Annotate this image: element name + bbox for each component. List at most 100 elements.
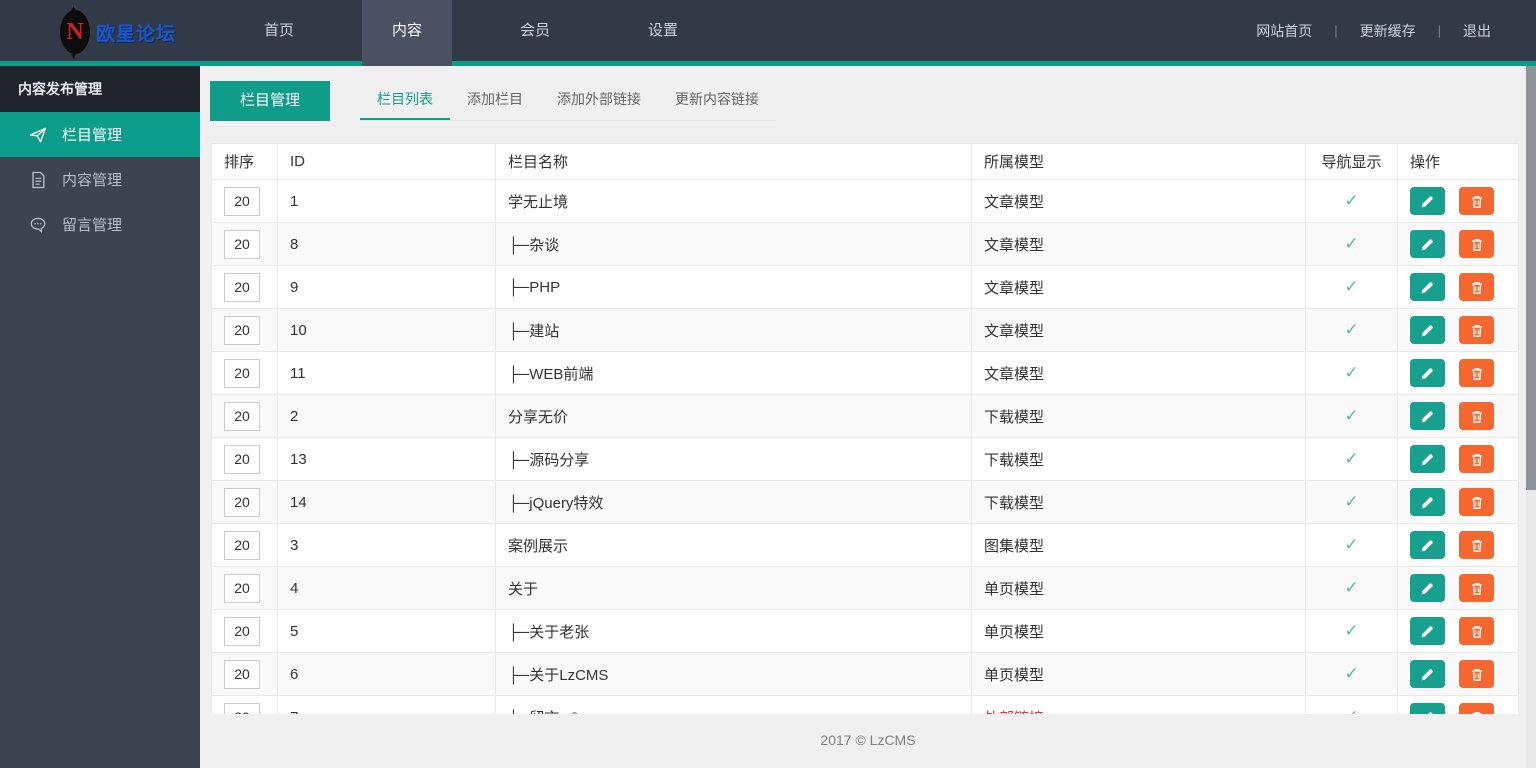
main-content: 栏目管理 栏目列表 添加栏目 添加外部链接 更新内容链接 排序 ID 栏目名称 … (200, 66, 1536, 768)
sort-order-input[interactable] (224, 659, 260, 689)
sort-cell (212, 352, 278, 394)
sidebar-item-label: 内容管理 (62, 172, 123, 189)
delete-button[interactable] (1459, 531, 1494, 559)
model-cell: 文章模型 (972, 352, 1306, 394)
delete-button[interactable] (1459, 660, 1494, 688)
table-row: 13 ├─源码分享 下载模型 ✓ (212, 438, 1518, 481)
trash-icon (1471, 410, 1482, 423)
category-manage-button[interactable]: 栏目管理 (210, 81, 330, 121)
logout-link[interactable]: 退出 (1463, 21, 1491, 41)
trash-icon (1471, 582, 1482, 595)
trash-icon (1471, 195, 1482, 208)
edit-button[interactable] (1410, 359, 1445, 387)
model-cell: 文章模型 (972, 223, 1306, 265)
sort-cell (212, 395, 278, 437)
delete-button[interactable] (1459, 574, 1494, 602)
name-cell: 案例展示 (496, 524, 972, 566)
check-icon: ✓ (1344, 191, 1359, 210)
sort-cell (212, 610, 278, 652)
sort-order-input[interactable] (224, 444, 260, 474)
table-row: 3 案例展示 图集模型 ✓ (212, 524, 1518, 567)
actions-cell (1398, 524, 1518, 566)
tab-add-category[interactable]: 添加栏目 (450, 80, 540, 120)
nav-display-cell: ✓ (1306, 481, 1398, 523)
scrollbar-thumb[interactable] (1526, 66, 1536, 490)
trash-icon (1471, 539, 1482, 552)
check-icon: ✓ (1344, 535, 1359, 554)
name-cell: ├─关于老张 (496, 610, 972, 652)
check-icon: ✓ (1344, 492, 1359, 511)
actions-cell (1398, 567, 1518, 609)
scrollbar[interactable] (1526, 66, 1536, 768)
pencil-icon (1421, 281, 1434, 293)
sidebar-item-message-manage[interactable]: 留言管理 (0, 202, 200, 247)
pencil-icon (1421, 496, 1434, 508)
top-menu-members[interactable]: 会员 (490, 0, 580, 61)
actions-cell (1398, 395, 1518, 437)
table-row: 9 ├─PHP 文章模型 ✓ (212, 266, 1518, 309)
trash-icon (1471, 625, 1482, 638)
sort-order-input[interactable] (224, 401, 260, 431)
sort-order-input[interactable] (224, 315, 260, 345)
link-divider: | (1437, 23, 1441, 38)
name-cell: ├─杂谈 (496, 223, 972, 265)
site-home-link[interactable]: 网站首页 (1256, 21, 1312, 41)
edit-button[interactable] (1410, 660, 1445, 688)
id-cell: 5 (278, 610, 496, 652)
delete-button[interactable] (1459, 488, 1494, 516)
edit-button[interactable] (1410, 187, 1445, 215)
delete-button[interactable] (1459, 187, 1494, 215)
edit-button[interactable] (1410, 316, 1445, 344)
check-icon: ✓ (1344, 621, 1359, 640)
delete-button[interactable] (1459, 617, 1494, 645)
delete-button[interactable] (1459, 230, 1494, 258)
table-row: 1 学无止境 文章模型 ✓ (212, 180, 1518, 223)
delete-button[interactable] (1459, 359, 1494, 387)
sort-order-input[interactable] (224, 616, 260, 646)
delete-button[interactable] (1459, 273, 1494, 301)
actions-cell (1398, 309, 1518, 351)
sidebar-item-label: 留言管理 (62, 217, 123, 234)
check-icon: ✓ (1344, 234, 1359, 253)
refresh-cache-link[interactable]: 更新缓存 (1360, 21, 1416, 41)
delete-button[interactable] (1459, 316, 1494, 344)
edit-button[interactable] (1410, 273, 1445, 301)
sidebar-item-category-manage[interactable]: 栏目管理 (0, 112, 200, 157)
edit-button[interactable] (1410, 402, 1445, 430)
pencil-icon (1421, 582, 1434, 594)
delete-button[interactable] (1459, 445, 1494, 473)
edit-button[interactable] (1410, 617, 1445, 645)
name-cell: ├─WEB前端 (496, 352, 972, 394)
actions-cell (1398, 180, 1518, 222)
sort-order-input[interactable] (224, 186, 260, 216)
tab-add-external-link[interactable]: 添加外部链接 (540, 80, 658, 120)
trash-icon (1471, 281, 1482, 294)
sort-cell (212, 481, 278, 523)
delete-button[interactable] (1459, 402, 1494, 430)
trash-icon (1471, 668, 1482, 681)
sort-order-input[interactable] (224, 530, 260, 560)
tab-category-list[interactable]: 栏目列表 (360, 80, 450, 120)
table-row: 8 ├─杂谈 文章模型 ✓ (212, 223, 1518, 266)
model-cell: 文章模型 (972, 309, 1306, 351)
actions-cell (1398, 352, 1518, 394)
sort-order-input[interactable] (224, 229, 260, 259)
edit-button[interactable] (1410, 488, 1445, 516)
edit-button[interactable] (1410, 445, 1445, 473)
sort-order-input[interactable] (224, 358, 260, 388)
sort-order-input[interactable] (224, 573, 260, 603)
sort-order-input[interactable] (224, 487, 260, 517)
site-logo[interactable]: N 欧星论坛 (60, 3, 176, 61)
top-menu-content[interactable]: 内容 (362, 0, 452, 66)
edit-button[interactable] (1410, 531, 1445, 559)
sidebar-item-content-manage[interactable]: 内容管理 (0, 157, 200, 202)
top-menu-home[interactable]: 首页 (234, 0, 324, 61)
edit-button[interactable] (1410, 574, 1445, 602)
sort-cell (212, 180, 278, 222)
tab-update-content-link[interactable]: 更新内容链接 (658, 80, 776, 120)
category-name: ├─建站 (508, 322, 560, 340)
sort-order-input[interactable] (224, 272, 260, 302)
pencil-icon (1421, 195, 1434, 207)
top-menu-settings[interactable]: 设置 (618, 0, 708, 61)
edit-button[interactable] (1410, 230, 1445, 258)
